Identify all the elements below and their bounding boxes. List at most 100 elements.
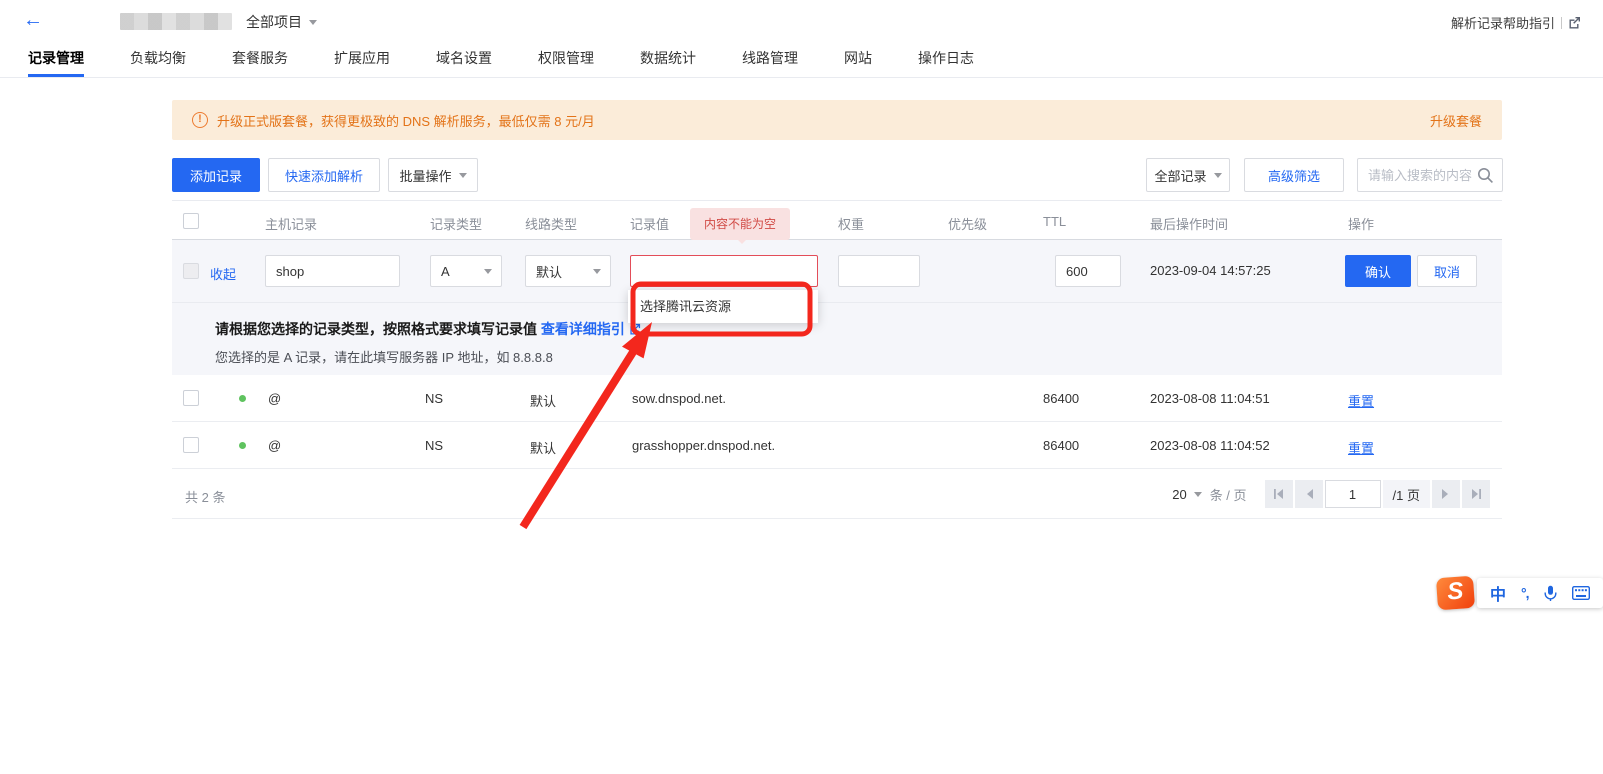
row-checkbox[interactable]	[183, 390, 199, 406]
chevron-down-icon	[1214, 173, 1222, 178]
help-guide-label: 解析记录帮助指引	[1451, 13, 1555, 32]
external-link-icon	[629, 323, 641, 335]
cell-time: 2023-08-08 11:04:51	[1150, 391, 1270, 406]
pagination: 20 条 / 页 /1 页	[1172, 480, 1490, 508]
total-pages-label: /1 页	[1383, 480, 1430, 508]
help-title: 请根据您选择的记录类型，按照格式要求填写记录值 查看详细指引	[215, 319, 641, 339]
upgrade-banner: ! 升级正式版套餐，获得更极致的 DNS 解析服务，最低仅需 8 元/月 升级套…	[172, 100, 1502, 140]
quick-add-button[interactable]: 快速添加解析	[268, 158, 380, 192]
select-tencent-resource-option[interactable]: 选择腾讯云资源	[628, 290, 818, 323]
table-footer: 共 2 条 20 条 / 页 /1 页	[172, 469, 1502, 519]
ime-pill: 中 °,	[1477, 578, 1603, 608]
chevron-down-icon	[593, 269, 601, 274]
tab-line-management[interactable]: 线路管理	[742, 42, 798, 77]
header-action: 操作	[1348, 214, 1374, 233]
table-header: 主机记录 记录类型 线路类型 记录值 权重 优先级 TTL 最后操作时间 操作	[172, 200, 1502, 240]
cell-type: NS	[425, 438, 443, 453]
header-type: 记录类型	[430, 214, 482, 233]
advanced-filter-button[interactable]: 高级筛选	[1244, 158, 1344, 192]
cell-value: grasshopper.dnspod.net.	[632, 438, 775, 453]
chevron-down-icon	[1194, 492, 1202, 497]
back-arrow-icon[interactable]: ←	[22, 9, 44, 31]
ime-language-toggle[interactable]: 中	[1490, 581, 1506, 605]
prev-page-button[interactable]	[1295, 480, 1323, 508]
tab-operation-log[interactable]: 操作日志	[918, 42, 974, 77]
header-line: 线路类型	[525, 214, 577, 233]
chevron-down-icon	[309, 20, 317, 25]
upgrade-plan-link[interactable]: 升级套餐	[1430, 111, 1482, 130]
tab-domain-settings[interactable]: 域名设置	[436, 42, 492, 77]
ime-punctuation-toggle[interactable]: °,	[1521, 585, 1529, 601]
records-table: 主机记录 记录类型 线路类型 记录值 权重 优先级 TTL 最后操作时间 操作 …	[172, 200, 1502, 519]
tab-record-management[interactable]: 记录管理	[28, 42, 84, 77]
reset-link[interactable]: 重置	[1348, 438, 1374, 457]
help-guide-link[interactable]: 解析记录帮助指引	[1451, 13, 1581, 32]
detail-guide-link[interactable]: 查看详细指引	[541, 321, 625, 337]
search-box	[1357, 158, 1503, 192]
tab-website[interactable]: 网站	[844, 42, 872, 77]
header-ttl: TTL	[1043, 214, 1066, 229]
validation-tooltip: 内容不能为空	[690, 208, 790, 240]
record-filter-dropdown[interactable]: 全部记录	[1146, 158, 1230, 192]
tab-permissions[interactable]: 权限管理	[538, 42, 594, 77]
header-weight: 权重	[838, 214, 864, 233]
row-checkbox[interactable]	[183, 263, 199, 279]
ttl-input[interactable]	[1055, 255, 1121, 287]
weight-input[interactable]	[838, 255, 920, 287]
record-edit-area: 收起 A 默认 2023-09-04 14:57:25 确认 取消 请根据您选择…	[172, 240, 1502, 375]
line-type-select[interactable]: 默认	[525, 255, 611, 287]
domain-name-redacted	[120, 13, 232, 30]
batch-operation-button[interactable]: 批量操作	[388, 158, 478, 192]
tabbar: 记录管理 负载均衡 套餐服务 扩展应用 域名设置 权限管理 数据统计 线路管理 …	[0, 42, 1603, 78]
reset-link[interactable]: 重置	[1348, 391, 1374, 410]
record-value-help: 请根据您选择的记录类型，按照格式要求填写记录值 查看详细指引 您选择的是 A 记…	[172, 302, 1502, 375]
record-type-select[interactable]: A	[430, 255, 502, 287]
per-page-label: 条 / 页	[1210, 485, 1247, 504]
header-priority: 优先级	[948, 214, 987, 233]
cell-value: sow.dnspod.net.	[632, 391, 726, 406]
table-row: @ NS 默认 sow.dnspod.net. 86400 2023-08-08…	[172, 375, 1502, 422]
add-record-button[interactable]: 添加记录	[172, 158, 260, 192]
select-all-checkbox[interactable]	[183, 213, 199, 229]
tab-extensions[interactable]: 扩展应用	[334, 42, 390, 77]
cell-ttl: 86400	[1043, 391, 1079, 406]
row-checkbox[interactable]	[183, 437, 199, 453]
host-record-input[interactable]	[265, 255, 400, 287]
cancel-button[interactable]: 取消	[1417, 255, 1477, 287]
search-icon[interactable]	[1477, 167, 1494, 184]
cell-line: 默认	[530, 391, 556, 410]
tab-load-balancing[interactable]: 负载均衡	[130, 42, 186, 77]
last-operated-time: 2023-09-04 14:57:25	[1150, 263, 1271, 278]
cell-time: 2023-08-08 11:04:52	[1150, 438, 1270, 453]
cell-line: 默认	[530, 438, 556, 457]
microphone-icon[interactable]	[1544, 585, 1557, 602]
page-number-input[interactable]	[1325, 480, 1381, 508]
status-dot-icon	[239, 442, 246, 449]
next-page-button[interactable]	[1432, 480, 1460, 508]
dns-record-management-page: ← 全部项目 解析记录帮助指引 记录管理 负载均衡 套餐服务 扩展应用 域名设置…	[0, 0, 1603, 774]
status-dot-icon	[239, 395, 246, 402]
tab-plan-service[interactable]: 套餐服务	[232, 42, 288, 77]
record-value-input[interactable]	[630, 255, 818, 287]
record-edit-row: 收起 A 默认 2023-09-04 14:57:25 确认 取消	[172, 240, 1502, 302]
page-size-select[interactable]: 20	[1172, 487, 1201, 502]
total-count: 共 2 条	[185, 487, 225, 506]
header-last-operated: 最后操作时间	[1150, 214, 1228, 233]
keyboard-icon[interactable]	[1572, 586, 1590, 600]
divider	[1561, 17, 1562, 29]
ime-toolbar: S 中 °,	[1437, 577, 1603, 609]
first-page-button[interactable]	[1265, 480, 1293, 508]
collapse-link[interactable]: 收起	[210, 264, 236, 283]
table-row: @ NS 默认 grasshopper.dnspod.net. 86400 20…	[172, 422, 1502, 469]
project-selector[interactable]: 全部项目	[246, 12, 317, 32]
help-detail: 您选择的是 A 记录，请在此填写服务器 IP 地址，如 8.8.8.8	[215, 347, 553, 366]
topbar: ← 全部项目 解析记录帮助指引	[0, 0, 1603, 42]
cell-ttl: 86400	[1043, 438, 1079, 453]
banner-text: 升级正式版套餐，获得更极致的 DNS 解析服务，最低仅需 8 元/月	[217, 111, 595, 130]
last-page-button[interactable]	[1462, 480, 1490, 508]
confirm-button[interactable]: 确认	[1345, 255, 1411, 287]
tab-statistics[interactable]: 数据统计	[640, 42, 696, 77]
chevron-down-icon	[459, 173, 467, 178]
project-selector-label: 全部项目	[246, 14, 302, 30]
sogou-logo-icon[interactable]: S	[1436, 576, 1475, 611]
